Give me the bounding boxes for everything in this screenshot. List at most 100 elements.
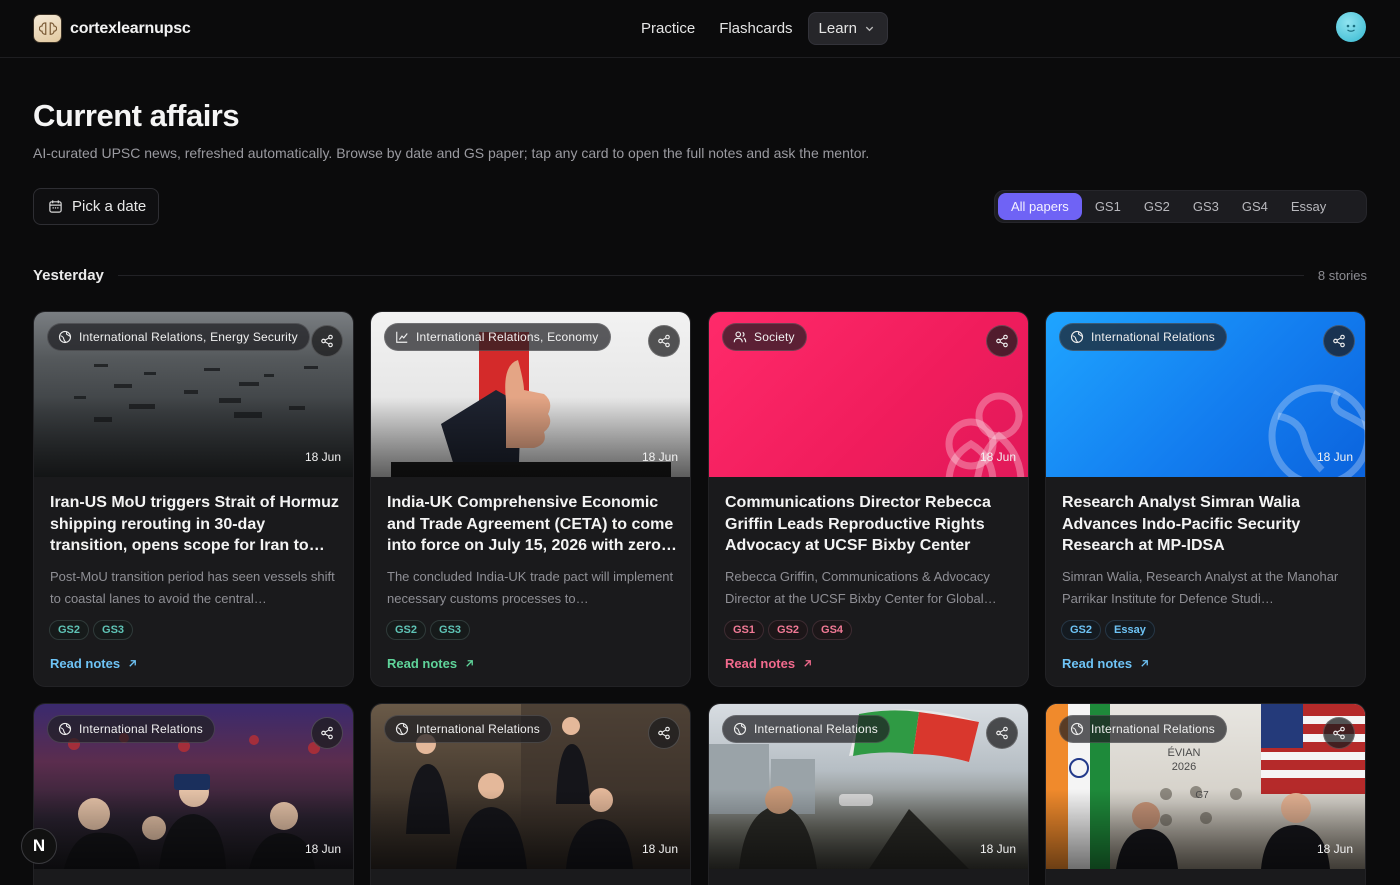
card-image: Society 18 Jun bbox=[709, 312, 1028, 477]
category-tag-label: International Relations bbox=[754, 722, 879, 736]
globe-icon bbox=[395, 722, 409, 736]
share-icon bbox=[321, 726, 333, 740]
share-button[interactable] bbox=[986, 325, 1018, 357]
page-subtitle: AI-curated UPSC news, refreshed automati… bbox=[33, 145, 870, 161]
share-button[interactable] bbox=[648, 325, 680, 357]
category-tag-label: International Relations bbox=[1091, 330, 1216, 344]
filter-gs2[interactable]: GS2 bbox=[1134, 193, 1180, 220]
card-title: India-UK Comprehensive Economic and Trad… bbox=[387, 494, 677, 554]
category-tag: International Relations, Energy Security bbox=[47, 323, 310, 351]
filter-all-papers[interactable]: All papers bbox=[998, 193, 1082, 220]
gs-badge: GS3 bbox=[430, 620, 471, 640]
read-notes-link[interactable]: Read notes bbox=[387, 656, 475, 671]
brain-logo-icon bbox=[33, 14, 62, 43]
user-avatar[interactable] bbox=[1336, 12, 1366, 42]
filter-gs4[interactable]: GS4 bbox=[1232, 193, 1278, 220]
card-summary: Post-MoU transition period has seen vess… bbox=[50, 569, 335, 606]
gs-badge: GS2 bbox=[768, 620, 809, 640]
share-button[interactable] bbox=[986, 717, 1018, 749]
read-notes-link[interactable]: Read notes bbox=[725, 656, 813, 671]
share-icon bbox=[1333, 334, 1345, 348]
card-date: 18 Jun bbox=[304, 842, 341, 856]
news-card[interactable]: International Relations 18 Jun bbox=[33, 703, 354, 885]
card-date: 18 Jun bbox=[641, 842, 678, 856]
news-card[interactable]: Society 18 Jun Communications Director R… bbox=[708, 311, 1029, 687]
read-notes-label: Read notes bbox=[387, 656, 458, 671]
news-card[interactable]: International Relations 18 Jun bbox=[708, 703, 1029, 885]
category-tag-label: International Relations bbox=[1091, 722, 1216, 736]
arrow-up-right-icon bbox=[804, 660, 811, 667]
brand-name: cortexlearnupsc bbox=[70, 19, 191, 37]
news-card[interactable]: International Relations, Energy Security… bbox=[33, 311, 354, 687]
calendar-icon bbox=[49, 200, 62, 213]
category-tag-label: International Relations, Economy bbox=[416, 330, 599, 344]
category-tag-label: International Relations, Energy Security bbox=[79, 330, 298, 344]
gs-badge: GS4 bbox=[812, 620, 853, 640]
category-tag: Society bbox=[722, 323, 807, 351]
news-card[interactable]: International Relations 18 Jun bbox=[370, 703, 691, 885]
share-button[interactable] bbox=[1323, 325, 1355, 357]
nav-practice[interactable]: Practice bbox=[632, 12, 704, 45]
globe-icon bbox=[58, 722, 72, 736]
trending-chart-icon bbox=[396, 331, 408, 343]
filter-gs3[interactable]: GS3 bbox=[1183, 193, 1229, 220]
read-notes-label: Read notes bbox=[50, 656, 121, 671]
card-image: ÉVIAN 2026 G7 International Relations 18… bbox=[1046, 704, 1365, 869]
card-date: 18 Jun bbox=[979, 842, 1016, 856]
n-floating-button[interactable]: N bbox=[21, 828, 57, 864]
globe-icon bbox=[1070, 330, 1084, 344]
news-card[interactable]: ÉVIAN 2026 G7 International Relations 18… bbox=[1045, 703, 1366, 885]
card-date: 18 Jun bbox=[304, 450, 341, 464]
news-card[interactable]: International Relations, Economy 18 Jun … bbox=[370, 311, 691, 687]
card-image: International Relations 18 Jun bbox=[34, 704, 353, 869]
card-title: Communications Director Rebecca Griffin … bbox=[725, 494, 991, 554]
arrow-up-right-icon bbox=[1141, 660, 1148, 667]
section-divider bbox=[117, 275, 1304, 276]
filter-gs1[interactable]: GS1 bbox=[1085, 193, 1131, 220]
news-card[interactable]: International Relations 18 Jun Research … bbox=[1045, 311, 1366, 687]
photo-text-year: 2026 bbox=[1172, 761, 1196, 773]
card-summary: Rebecca Griffin, Communications & Advoca… bbox=[725, 569, 997, 606]
read-notes-link[interactable]: Read notes bbox=[1062, 656, 1150, 671]
pick-date-button[interactable]: Pick a date bbox=[33, 188, 159, 225]
brand-link[interactable]: cortexlearnupsc bbox=[33, 14, 191, 43]
gs-badge: GS3 bbox=[93, 620, 134, 640]
share-icon bbox=[658, 334, 670, 348]
card-image: International Relations 18 Jun bbox=[371, 704, 690, 869]
chevron-down-icon bbox=[865, 26, 874, 32]
users-icon bbox=[733, 331, 747, 343]
gs-badge: GS1 bbox=[724, 620, 765, 640]
photo-text-evian: ÉVIAN bbox=[1167, 746, 1200, 759]
nav-learn-dropdown[interactable]: Learn bbox=[807, 12, 888, 45]
share-icon bbox=[1333, 726, 1345, 740]
category-tag: International Relations bbox=[384, 715, 553, 743]
gs-badges: GS2 Essay bbox=[1061, 620, 1155, 640]
nav-flashcards[interactable]: Flashcards bbox=[710, 12, 801, 45]
gs-badge: Essay bbox=[1105, 620, 1155, 640]
share-icon bbox=[658, 726, 670, 740]
share-button[interactable] bbox=[1323, 717, 1355, 749]
card-date: 18 Jun bbox=[979, 450, 1016, 464]
image-shade bbox=[34, 789, 353, 869]
gs-badges: GS2 GS3 bbox=[49, 620, 134, 640]
arrow-up-right-icon bbox=[466, 660, 473, 667]
image-shade bbox=[709, 789, 1028, 869]
image-shade bbox=[371, 789, 690, 869]
card-summary: The concluded India-UK trade pact will i… bbox=[387, 569, 674, 606]
category-tag-label: International Relations bbox=[79, 722, 204, 736]
read-notes-link[interactable]: Read notes bbox=[50, 656, 138, 671]
globe-icon bbox=[1070, 722, 1084, 736]
share-button[interactable] bbox=[311, 717, 343, 749]
share-button[interactable] bbox=[311, 325, 343, 357]
card-date: 18 Jun bbox=[641, 450, 678, 464]
category-tag: International Relations bbox=[47, 715, 216, 743]
section-title: Yesterday bbox=[33, 267, 104, 284]
section-header-yesterday: Yesterday 8 stories bbox=[33, 267, 1367, 284]
category-tag: International Relations bbox=[1059, 323, 1228, 351]
gs-badge: GS2 bbox=[386, 620, 427, 640]
gs-badges: GS2 GS3 bbox=[386, 620, 471, 640]
filter-essay[interactable]: Essay bbox=[1281, 193, 1336, 220]
category-tag: International Relations bbox=[722, 715, 891, 743]
share-button[interactable] bbox=[648, 717, 680, 749]
top-nav-bar: cortexlearnupsc Practice Flashcards Lear… bbox=[0, 0, 1400, 58]
